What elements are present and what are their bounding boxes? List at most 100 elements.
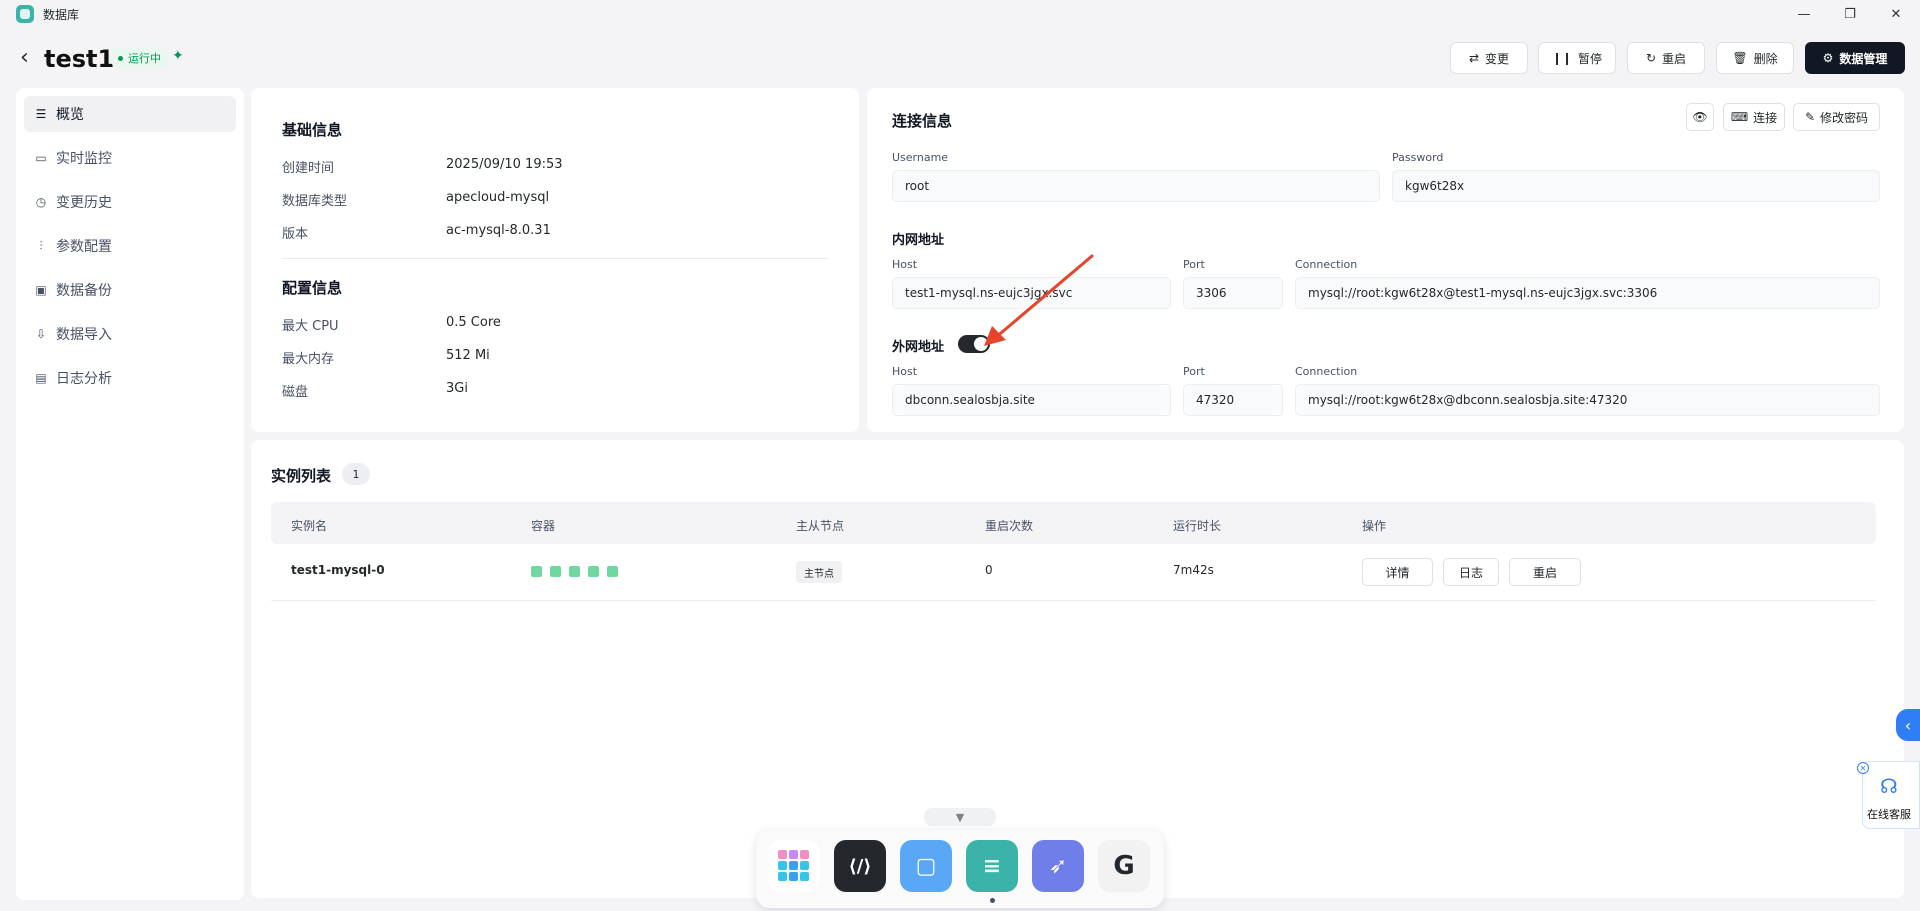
- annotation-arrow-icon: [984, 254, 1094, 346]
- overview-icon: ☰: [35, 107, 47, 121]
- password-field[interactable]: kgw6t28x: [1392, 170, 1880, 202]
- sidebar-item-label: 概览: [56, 107, 84, 123]
- trash-icon: 🗑: [1732, 51, 1748, 65]
- sidebar-item-params[interactable]: ⫶ 参数配置: [24, 228, 236, 264]
- active-app-indicator: [990, 898, 995, 903]
- basic-info-title: 基础信息: [282, 121, 343, 139]
- instance-restart-button[interactable]: 重启: [1509, 558, 1581, 586]
- restart-button-label: 重启: [1662, 51, 1687, 66]
- status-badge: 运行中: [110, 47, 169, 69]
- connection-info-title: 连接信息: [892, 112, 953, 130]
- external-address-title: 外网地址: [892, 340, 945, 355]
- basic-info-card: [251, 88, 859, 432]
- import-icon: ⇩: [35, 327, 47, 341]
- connect-button[interactable]: ⌨ 连接: [1723, 103, 1785, 131]
- app-grid-icon[interactable]: [768, 840, 820, 892]
- close-window-button[interactable]: ✕: [1878, 2, 1914, 26]
- col-containers: 容器: [531, 519, 556, 533]
- disk-value: 3Gi: [446, 381, 468, 396]
- devbox-icon[interactable]: ⟨/⟩: [834, 840, 886, 892]
- db-type-label: 数据库类型: [282, 194, 348, 209]
- minimize-button[interactable]: —: [1786, 2, 1822, 26]
- title-bar: [0, 0, 1920, 28]
- external-connection-field[interactable]: mysql://root:kgw6t28x@dbconn.sealosbja.s…: [1295, 384, 1880, 416]
- internal-port-label: Port: [1183, 258, 1205, 271]
- edit-icon: ✎: [1804, 110, 1816, 124]
- restart-button[interactable]: ↻ 重启: [1627, 42, 1705, 74]
- internal-port-field[interactable]: 3306: [1183, 277, 1283, 309]
- username-label: Username: [892, 151, 949, 164]
- backup-icon: ▣: [35, 283, 47, 297]
- version-value: ac-mysql-8.0.31: [446, 223, 551, 238]
- collapse-panel-icon[interactable]: ‹: [1896, 709, 1920, 741]
- database-app-icon: [16, 5, 34, 23]
- restore-button[interactable]: ❐: [1832, 2, 1868, 26]
- detail-button[interactable]: 详情: [1362, 558, 1433, 586]
- container-status-icon: [569, 566, 580, 577]
- data-manage-button-label: 数据管理: [1839, 51, 1888, 66]
- internal-host-label: Host: [892, 258, 918, 271]
- g-app-icon[interactable]: G: [1098, 840, 1150, 892]
- data-manage-button[interactable]: ⚙ 数据管理: [1805, 42, 1905, 74]
- container-status-icon: [531, 566, 542, 577]
- max-memory-value: 512 Mi: [446, 348, 490, 363]
- database-dock-icon[interactable]: ≡: [966, 840, 1018, 892]
- back-icon[interactable]: ‹: [20, 47, 29, 69]
- monitor-icon: ▭: [35, 151, 47, 165]
- instance-count-badge: 1: [342, 463, 370, 485]
- sidebar: ☰ 概览 ▭ 实时监控 ◷ 变更历史 ⫶ 参数配置 ▣ 数据备份 ⇩ 数据导入 ▤ 日志分析: [16, 88, 244, 900]
- max-cpu-value: 0.5 Core: [446, 315, 501, 330]
- internal-connection-label: Connection: [1295, 258, 1358, 271]
- username-field[interactable]: root: [892, 170, 1380, 202]
- app-grid-glyph: [778, 850, 809, 881]
- internal-connection-field[interactable]: mysql://root:kgw6t28x@test1-mysql.ns-euj…: [1295, 277, 1880, 309]
- sparkle-icon[interactable]: ✦: [172, 48, 184, 64]
- sidebar-item-label: 变更历史: [56, 195, 112, 211]
- logs-button[interactable]: 日志: [1443, 558, 1499, 586]
- sidebar-item-logs[interactable]: ▤ 日志分析: [24, 360, 236, 396]
- sidebar-item-history[interactable]: ◷ 变更历史: [24, 184, 236, 220]
- app-store-icon[interactable]: ▢: [900, 840, 952, 892]
- sidebar-item-label: 日志分析: [56, 371, 112, 387]
- password-label: Password: [1392, 151, 1444, 164]
- page-title: test1: [44, 45, 115, 73]
- sidebar-item-overview[interactable]: ☰ 概览: [24, 96, 236, 132]
- show-password-button[interactable]: 👁: [1686, 103, 1714, 131]
- external-host-field[interactable]: dbconn.sealosbja.site: [892, 384, 1171, 416]
- log-icon: ▤: [35, 371, 47, 385]
- external-host-label: Host: [892, 365, 918, 378]
- delete-button[interactable]: 🗑 删除: [1716, 42, 1794, 74]
- col-actions: 操作: [1362, 519, 1387, 533]
- table-row: [271, 544, 1876, 601]
- external-port-field[interactable]: 47320: [1183, 384, 1283, 416]
- external-connection-label: Connection: [1295, 365, 1358, 378]
- created-time-value: 2025/09/10 19:53: [446, 157, 563, 172]
- config-info-title: 配置信息: [282, 279, 343, 297]
- dock-toggle-icon[interactable]: ▼: [924, 808, 996, 826]
- restart-count: 0: [985, 563, 993, 577]
- headset-icon: ☊: [1880, 774, 1898, 798]
- pause-icon: ❙❙: [1551, 51, 1573, 65]
- close-support-icon[interactable]: ✕: [1857, 762, 1869, 774]
- col-uptime: 运行时长: [1173, 519, 1222, 533]
- sidebar-item-backup[interactable]: ▣ 数据备份: [24, 272, 236, 308]
- instance-name: test1-mysql-0: [291, 563, 385, 577]
- change-password-button[interactable]: ✎ 修改密码: [1793, 103, 1880, 131]
- created-time-label: 创建时间: [282, 161, 335, 176]
- change-button-label: 变更: [1485, 51, 1510, 66]
- launchpad-rocket-icon[interactable]: ➶: [1032, 840, 1084, 892]
- container-status-icon: [607, 566, 618, 577]
- sidebar-item-import[interactable]: ⇩ 数据导入: [24, 316, 236, 352]
- change-password-label: 修改密码: [1820, 110, 1869, 125]
- pause-button-label: 暂停: [1578, 51, 1603, 66]
- pause-button[interactable]: ❙❙ 暂停: [1538, 42, 1616, 74]
- col-restarts: 重启次数: [985, 519, 1034, 533]
- role-tag: 主节点: [796, 561, 842, 583]
- version-label: 版本: [282, 227, 309, 242]
- sidebar-item-monitor[interactable]: ▭ 实时监控: [24, 140, 236, 176]
- disk-label: 磁盘: [282, 385, 309, 400]
- terminal-icon: ⌨: [1730, 110, 1749, 124]
- max-memory-label: 最大内存: [282, 352, 335, 367]
- eye-icon: 👁: [1692, 110, 1708, 124]
- change-button[interactable]: ⇄ 变更: [1450, 42, 1528, 74]
